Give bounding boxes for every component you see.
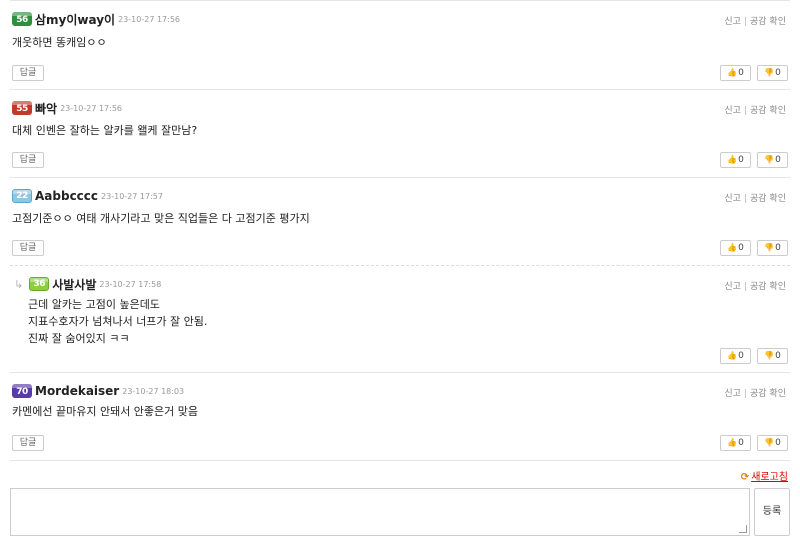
comment-actions: 신고 | 공감 확인 (724, 106, 786, 116)
level-badge-icon: 56 (12, 12, 32, 26)
downvote-button[interactable]: 👎0 (757, 435, 788, 451)
resize-handle-icon[interactable] (739, 525, 747, 533)
thumbs-up-icon: 👍 (727, 155, 738, 164)
comment-input[interactable] (10, 488, 750, 536)
comment-body: 대체 인벤은 잘하는 알카를 왤케 잘만남? (12, 122, 197, 139)
downvote-button[interactable]: 👎0 (757, 348, 788, 364)
downvote-button[interactable]: 👎0 (757, 152, 788, 168)
reply-arrow-icon: ↳ (14, 277, 24, 291)
comment-line: 근데 알카는 고점이 높은데도 (28, 298, 160, 311)
downvote-button[interactable]: 👎0 (757, 65, 788, 81)
comment-timestamp: 23-10-27 17:57 (101, 191, 163, 201)
comment-item: 22 Aabbcccc 23-10-27 17:57 신고 | 공감 확인 고점기준… (10, 178, 790, 266)
empathy-check-link[interactable]: 공감 확인 (750, 194, 786, 204)
level-badge-icon: 22 (12, 189, 32, 203)
downvote-button[interactable]: 👎0 (757, 240, 788, 256)
reply-button[interactable]: 답글 (12, 435, 44, 451)
comment-item: 56 삼my이way이 23-10-27 17:56 신고 | 공감 확인 개웃하면… (10, 1, 790, 90)
author-nickname[interactable]: 빠악 (35, 100, 57, 117)
thumbs-down-icon: 👎 (764, 351, 775, 360)
comment-list: 56 삼my이way이 23-10-27 17:56 신고 | 공감 확인 개웃하면… (10, 0, 790, 461)
author-nickname[interactable]: Mordekaiser (35, 384, 119, 398)
comment-line: 지표수호자가 넘쳐나서 너프가 잘 안됨. (28, 315, 208, 328)
report-link[interactable]: 신고 (724, 194, 741, 204)
upvote-button[interactable]: 👍0 (720, 152, 751, 168)
comment-timestamp: 23-10-27 17:58 (99, 279, 162, 289)
comment-line: 개웃하면 똥캐임ㅇㅇ (12, 36, 107, 49)
upvote-button[interactable]: 👍0 (720, 240, 751, 256)
report-link[interactable]: 신고 (724, 282, 741, 292)
comment-header: 22 Aabbcccc 23-10-27 17:57 (12, 188, 163, 204)
report-link[interactable]: 신고 (724, 106, 741, 116)
comment-header: 55 빠악 23-10-27 17:56 (12, 100, 122, 116)
upvote-button[interactable]: 👍0 (720, 435, 751, 451)
report-link[interactable]: 신고 (724, 17, 741, 27)
reply-comment-item: ↳ 36 사발사발 23-10-27 17:58 신고 | 공감 확인 근데 알카는… (10, 266, 790, 373)
vote-group: 👍0 👎0 (720, 65, 788, 81)
comment-actions: 신고 | 공감 확인 (724, 282, 786, 292)
reply-button[interactable]: 답글 (12, 65, 44, 81)
comment-timestamp: 23-10-27 17:56 (118, 14, 181, 24)
empathy-check-link[interactable]: 공감 확인 (750, 106, 786, 116)
vote-group: 👍0 👎0 (720, 435, 788, 451)
author-nickname[interactable]: 사발사발 (52, 276, 96, 293)
comment-body: 고점기준ㅇㅇ 여태 개사기라고 맞은 직업들은 다 고점기준 평가지 (12, 210, 310, 227)
thumbs-down-icon: 👎 (764, 243, 775, 252)
reply-button[interactable]: 답글 (12, 240, 44, 256)
thumbs-up-icon: 👍 (727, 438, 738, 447)
thumbs-up-icon: 👍 (727, 351, 738, 360)
comment-header: 56 삼my이way이 23-10-27 17:56 (12, 11, 180, 27)
comment-timestamp: 23-10-27 17:56 (60, 103, 123, 113)
comment-line: 대체 인벤은 잘하는 알카를 왤케 잘만남? (12, 124, 198, 137)
comment-item: 55 빠악 23-10-27 17:56 신고 | 공감 확인 대체 인벤은 잘하는… (10, 90, 790, 178)
thumbs-up-icon: 👍 (727, 243, 738, 252)
comment-line: 고점기준ㅇㅇ 여태 개사기라고 맞은 직업들은 다 고점기준 평가지 (12, 212, 310, 225)
comment-actions: 신고 | 공감 확인 (724, 194, 786, 204)
level-badge-icon: 55 (12, 101, 32, 115)
comment-body: 카멘에선 끝마유지 안돼서 안좋은거 맞음 (12, 403, 198, 420)
upvote-button[interactable]: 👍0 (720, 65, 751, 81)
upvote-button[interactable]: 👍0 (720, 348, 751, 364)
empathy-check-link[interactable]: 공감 확인 (750, 389, 786, 399)
empathy-check-link[interactable]: 공감 확인 (750, 17, 786, 27)
comment-line: 진짜 잘 숨어있지 ㅋㅋ (28, 332, 130, 345)
thumbs-down-icon: 👎 (764, 68, 775, 77)
comment-header: 70 Mordekaiser 23-10-27 18:03 (12, 383, 184, 399)
submit-button[interactable]: 등록 (754, 488, 790, 536)
vote-group: 👍0 👎0 (720, 152, 788, 168)
level-badge-icon: 70 (12, 384, 32, 398)
level-badge-icon: 36 (29, 277, 50, 291)
comment-body: 개웃하면 똥캐임ㅇㅇ (12, 34, 107, 51)
comment-header: ↳ 36 사발사발 23-10-27 17:58 (14, 276, 161, 292)
report-link[interactable]: 신고 (724, 389, 741, 399)
reply-button[interactable]: 답글 (12, 152, 44, 168)
refresh-icon: ⟳ (740, 472, 750, 483)
comment-timestamp: 23-10-27 18:03 (122, 386, 185, 396)
refresh-link[interactable]: ⟳ 새로고침 (741, 468, 788, 483)
comment-body: 근데 알카는 고점이 높은데도 지표수호자가 넘쳐나서 너프가 잘 안됨. 진짜… (28, 296, 207, 347)
comment-actions: 신고 | 공감 확인 (724, 17, 786, 27)
empathy-check-link[interactable]: 공감 확인 (750, 282, 786, 292)
vote-group: 👍0 👎0 (720, 240, 788, 256)
thumbs-down-icon: 👎 (764, 438, 775, 447)
comment-line: 카멘에선 끝마유지 안돼서 안좋은거 맞음 (12, 405, 199, 418)
vote-group: 👍0 👎0 (720, 348, 788, 364)
author-nickname[interactable]: 삼my이way이 (35, 11, 115, 28)
thumbs-up-icon: 👍 (727, 68, 738, 77)
comment-item: 70 Mordekaiser 23-10-27 18:03 신고 | 공감 확인 카… (10, 373, 790, 461)
author-nickname[interactable]: Aabbcccc (35, 189, 98, 203)
thumbs-down-icon: 👎 (764, 155, 775, 164)
comment-actions: 신고 | 공감 확인 (724, 389, 786, 399)
